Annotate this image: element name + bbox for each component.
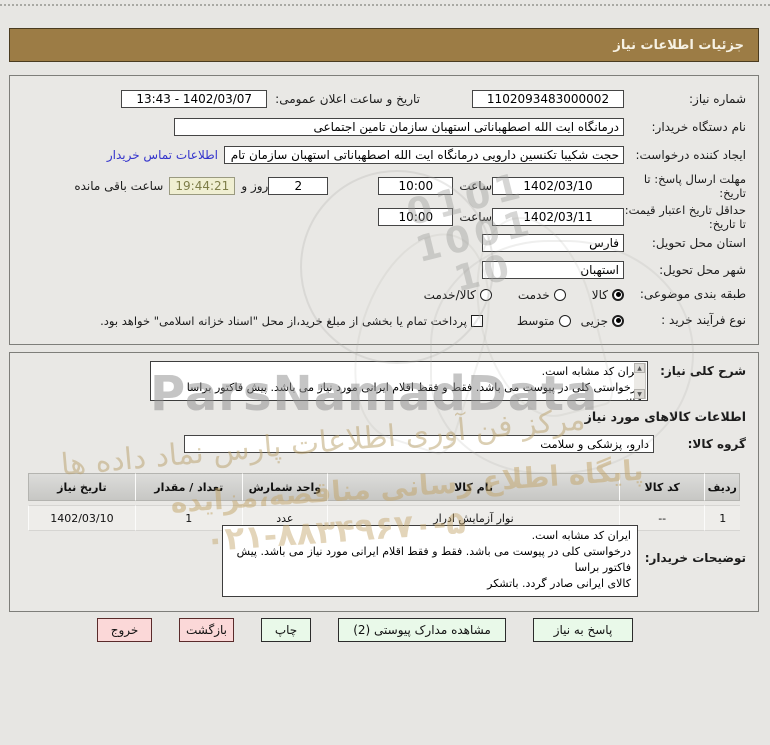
scroll-down-icon[interactable]: ▼: [634, 389, 645, 399]
buyer-notes-line3: کالای ایرانی صادر گردد. باتشکر: [487, 576, 631, 590]
radio-medium-label: متوسط: [516, 313, 555, 328]
days-remaining-field[interactable]: 2: [268, 177, 329, 196]
radio-goods[interactable]: [612, 288, 624, 301]
province-field[interactable]: فارس: [482, 234, 624, 252]
radio-service[interactable]: [553, 288, 566, 301]
radio-partial-label: جزیی: [580, 313, 608, 328]
row-need-desc: شرح کلی نیاز: ایران کد مشابه است. درخواس…: [20, 361, 746, 401]
request-creator-label: ایجاد کننده درخواست:: [635, 147, 746, 162]
need-desc-line2: درخواستی کلی در پیوست می باشد. فقط و فقط…: [186, 380, 641, 400]
need-number-label: شماره نیاز:: [689, 91, 746, 106]
city-label: شهر محل تحویل:: [659, 262, 746, 277]
row-goods-group: گروه کالا: دارو، پزشکی و سلامت: [20, 435, 746, 453]
buyer-org-label: نام دستگاه خریدار:: [651, 119, 747, 134]
reply-deadline-label: مهلت ارسال پاسخ: تا تاریخ:: [643, 172, 746, 201]
goods-table-header: کد کالا: [618, 473, 705, 501]
buyer-notes-line2: درخواستی کلی در پیوست می باشد. فقط و فقط…: [236, 544, 631, 574]
radio-goods-label: کالا: [591, 287, 608, 302]
need-details-page: جزئیات اطلاعات نیاز شماره نیاز: 11020934…: [0, 0, 770, 745]
exit-button[interactable]: خروج: [97, 618, 152, 642]
reply-deadline-date-field[interactable]: 1402/03/10: [492, 177, 624, 196]
goods-table-head-row: ردیف کد کالا نام کالا واحد شمارش تعداد / مقد…: [28, 473, 740, 501]
goods-info-panel: شرح کلی نیاز: ایران کد مشابه است. درخواس…: [9, 352, 759, 612]
buyer-org-field[interactable]: درمانگاه ایت الله اصطهباناتی استهبان ساز…: [174, 118, 624, 136]
row-request-creator: ایجاد کننده درخواست: حجت شکیبا تکنسین دا…: [20, 146, 746, 164]
view-attachments-button[interactable]: مشاهده مدارک پیوستی (2): [338, 618, 506, 642]
goods-group-label: گروه کالا:: [687, 437, 746, 451]
need-desc-textarea[interactable]: ایران کد مشابه است. درخواستی کلی در پیوس…: [150, 361, 648, 401]
need-desc-label: شرح کلی نیاز:: [660, 364, 746, 378]
row-province: استان محل تحویل: فارس: [20, 234, 746, 252]
city-field[interactable]: استهبان: [482, 261, 624, 279]
process-type-label: نوع فرآیند خرید :: [661, 313, 746, 327]
row-classification: طبقه بندی موضوعی: کالا خدمت کالا/خدمت: [20, 287, 746, 302]
row-buyer-org: نام دستگاه خریدار: درمانگاه ایت الله اصط…: [20, 118, 746, 136]
announce-datetime-field[interactable]: 1402/03/07 - 13:43: [121, 90, 268, 108]
row-reply-deadline: مهلت ارسال پاسخ: تا تاریخ: 1402/03/10 سا…: [20, 172, 746, 201]
buyer-notes-line1: ایران کد مشابه است.: [531, 529, 631, 542]
countdown-timer: 19:44:21: [169, 177, 236, 196]
action-buttons: پاسخ به نیاز مشاهده مدارک پیوستی (2) چاپ…: [97, 618, 633, 642]
row-goods-heading: اطلاعات کالاهای مورد نیاز: [20, 409, 746, 424]
row-city: شهر محل تحویل: استهبان: [20, 261, 746, 279]
goods-table-header: ردیف: [704, 473, 740, 501]
classification-label: طبقه بندی موضوعی:: [639, 287, 746, 301]
reply-deadline-hour-label: ساعت: [459, 179, 492, 194]
treasury-note: پرداخت تمام یا بخشی از مبلغ خرید،از محل …: [100, 313, 467, 328]
radio-partial[interactable]: [612, 314, 624, 327]
goods-table-header: تعداد / مقدار: [134, 473, 242, 501]
goods-table-header: واحد شمارش: [241, 473, 328, 501]
goods-table-header: تاریخ نیاز: [28, 473, 135, 501]
goods-section-heading: اطلاعات کالاهای مورد نیاز: [584, 409, 746, 424]
radio-service-label: خدمت: [517, 287, 550, 302]
price-validity-time-field[interactable]: 10:00: [378, 208, 454, 227]
scrollbar[interactable]: ▲ ▼: [634, 363, 646, 399]
announce-datetime-label: تاریخ و ساعت اعلان عمومی:: [275, 92, 420, 106]
buyer-notes-textarea[interactable]: ایران کد مشابه است. درخواستی کلی در پیوس…: [222, 525, 638, 597]
need-number-field[interactable]: 1102093483000002: [472, 90, 624, 108]
back-button[interactable]: بازگشت: [179, 618, 234, 642]
days-remaining-label: روز و: [241, 179, 269, 194]
scroll-up-icon[interactable]: ▲: [634, 363, 645, 373]
page-title-bar: جزئیات اطلاعات نیاز: [9, 28, 759, 62]
row-price-validity: حداقل تاریخ اعتبار قیمت: تا تاریخ: 1402/…: [20, 203, 746, 232]
print-button[interactable]: چاپ: [261, 618, 311, 642]
row-need-number: شماره نیاز: 1102093483000002 تاریخ و ساع…: [20, 90, 746, 108]
need-desc-line1: ایران کد مشابه است.: [541, 365, 641, 378]
radio-goods-service-label: کالا/خدمت: [423, 287, 476, 302]
row-buyer-notes: توضیحات خریدار: ایران کد مشابه است. درخو…: [20, 525, 746, 597]
radio-medium[interactable]: [558, 314, 571, 327]
goods-group-field[interactable]: دارو، پزشکی و سلامت: [184, 435, 654, 453]
reply-to-need-button[interactable]: پاسخ به نیاز: [533, 618, 633, 642]
countdown-label: ساعت باقی مانده: [74, 179, 164, 194]
need-info-panel: شماره نیاز: 1102093483000002 تاریخ و ساع…: [9, 75, 759, 345]
buyer-contact-link[interactable]: اطلاعات تماس خریدار: [107, 148, 218, 162]
goods-table-header: نام کالا: [327, 473, 619, 501]
price-validity-hour-label: ساعت: [459, 210, 492, 225]
top-divider: [0, 4, 770, 6]
row-process-type: نوع فرآیند خرید : جزیی متوسط پرداخت تمام…: [20, 313, 746, 328]
page-title: جزئیات اطلاعات نیاز: [613, 37, 744, 53]
radio-goods-service[interactable]: [479, 288, 492, 301]
treasury-checkbox[interactable]: [470, 314, 483, 327]
price-validity-label: حداقل تاریخ اعتبار قیمت: تا تاریخ:: [624, 203, 746, 232]
reply-deadline-time-field[interactable]: 10:00: [378, 177, 454, 196]
price-validity-date-field[interactable]: 1402/03/11: [492, 208, 624, 227]
request-creator-field[interactable]: حجت شکیبا تکنسین دارویی درمانگاه ایت الل…: [224, 146, 624, 164]
province-label: استان محل تحویل:: [651, 235, 746, 250]
buyer-notes-label: توضیحات خریدار:: [644, 551, 746, 565]
